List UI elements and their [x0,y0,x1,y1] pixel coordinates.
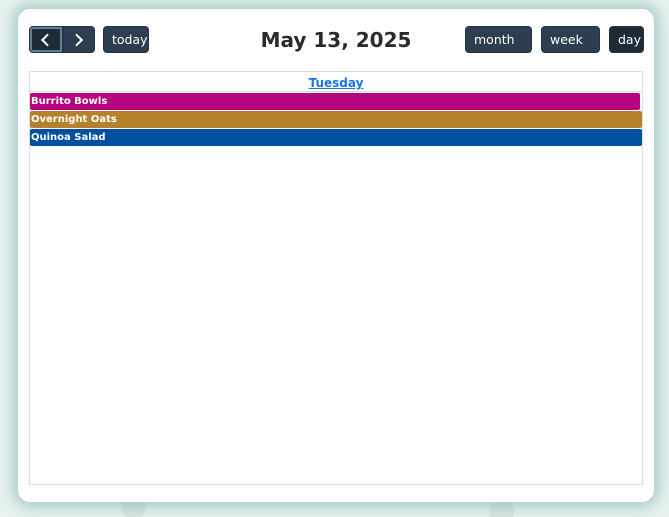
day-header: Tuesday [30,72,642,92]
calendar-toolbar: today May 13, 2025 month week day [18,9,654,73]
event-quinoa-salad[interactable]: Quinoa Salad [30,129,642,146]
next-button[interactable] [63,26,95,53]
calendar-title: May 13, 2025 [260,28,412,52]
day-view-grid: Tuesday Burrito Bowls Overnight Oats Qui… [29,71,643,485]
week-view-button[interactable]: week [541,26,600,53]
chevron-left-icon [40,33,54,46]
day-name-link[interactable]: Tuesday [309,76,364,90]
today-button[interactable]: today [103,26,149,53]
calendar-card: today May 13, 2025 month week day Tuesda… [18,9,654,502]
day-view-button[interactable]: day [609,26,644,53]
event-burrito-bowls[interactable]: Burrito Bowls [30,93,640,110]
month-view-button[interactable]: month [465,26,532,53]
chevron-right-icon [70,33,84,46]
prev-button[interactable] [29,26,63,53]
event-overnight-oats[interactable]: Overnight Oats [30,111,642,128]
event-list: Burrito Bowls Overnight Oats Quinoa Sala… [30,92,642,146]
